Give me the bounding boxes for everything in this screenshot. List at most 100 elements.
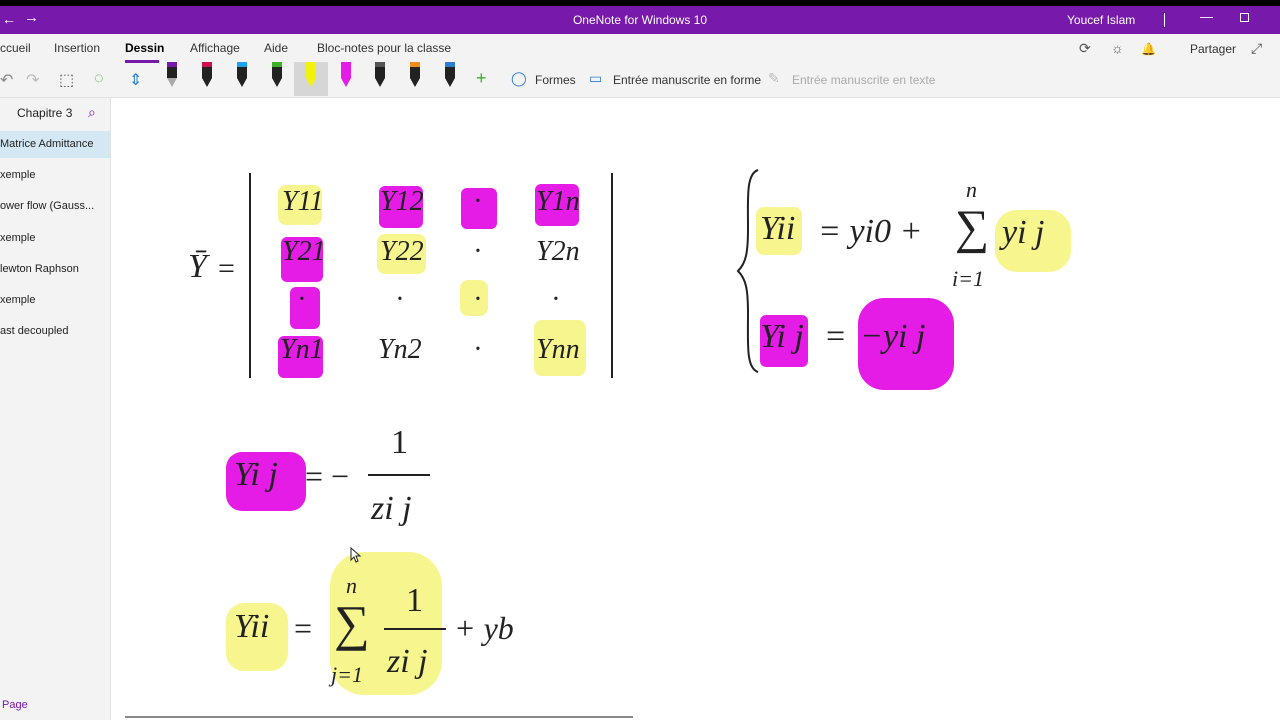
minimize-icon[interactable]: — bbox=[1200, 9, 1213, 24]
fraction-bar bbox=[384, 628, 446, 630]
tab-dessin[interactable]: Dessin bbox=[125, 41, 164, 55]
system-line2-rhs: −yi j bbox=[860, 318, 926, 355]
pen-body bbox=[272, 67, 282, 78]
pen-tip bbox=[410, 78, 420, 87]
ribbon-tabs: ccueil Insertion Dessin Affichage Aide B… bbox=[0, 34, 1280, 64]
add-pen-icon[interactable]: + bbox=[476, 68, 487, 89]
matrix-cell: · bbox=[396, 284, 403, 315]
user-name[interactable]: Youcef Islam bbox=[1067, 13, 1135, 27]
sidebar-page-exemple-1[interactable]: xemple bbox=[0, 162, 110, 189]
tab-affichage[interactable]: Affichage bbox=[190, 41, 240, 55]
matrix-cell: Y11 bbox=[282, 186, 324, 217]
pen-tip bbox=[445, 78, 455, 87]
sidebar-page-newton[interactable]: lewton Raphson bbox=[0, 256, 110, 283]
ink-to-text-icon: ✎ bbox=[768, 70, 780, 86]
shapes-button[interactable]: Formes bbox=[535, 73, 576, 87]
pen-body bbox=[445, 67, 455, 78]
tab-insertion[interactable]: Insertion bbox=[54, 41, 100, 55]
pen-body bbox=[341, 67, 351, 78]
pen-tool-icon[interactable] bbox=[304, 62, 318, 88]
sidebar-page-exemple-2[interactable]: xemple bbox=[0, 225, 110, 252]
matrix-cell: Y2n bbox=[536, 236, 580, 267]
curly-brace bbox=[736, 169, 759, 373]
matrix-cell: · bbox=[298, 284, 305, 315]
ink-to-text-button[interactable]: Entrée manuscrite en texte bbox=[792, 73, 935, 87]
sum-icon: ∑ bbox=[334, 595, 370, 651]
pen-tool-icon[interactable] bbox=[443, 62, 457, 88]
system-sum-term: yi j bbox=[1002, 214, 1045, 251]
matrix-equals: = bbox=[218, 252, 235, 285]
pen-body bbox=[237, 67, 247, 78]
undo-icon[interactable]: ↶ bbox=[0, 70, 13, 90]
pen-tool-icon[interactable] bbox=[339, 62, 353, 88]
matrix-cell: · bbox=[552, 284, 559, 315]
matrix-right-bar bbox=[611, 173, 613, 378]
sidebar-page-exemple-3[interactable]: xemple bbox=[0, 287, 110, 314]
expand-icon[interactable]: ⤢ bbox=[1251, 40, 1262, 57]
pen-tool-icon[interactable] bbox=[200, 62, 214, 88]
redo-icon[interactable]: ↷ bbox=[26, 70, 39, 90]
system-line2-eq: = bbox=[826, 318, 846, 355]
active-tab-indicator bbox=[125, 60, 159, 63]
yij-denominator: zi j bbox=[371, 490, 412, 527]
yii-equals: = bbox=[294, 610, 313, 646]
matrix-cell: Y22 bbox=[380, 236, 424, 267]
system-line1-lhs: Yii bbox=[760, 210, 796, 247]
tab-accueil[interactable]: ccueil bbox=[0, 41, 31, 55]
ink-to-shape-button[interactable]: Entrée manuscrite en forme bbox=[613, 73, 761, 87]
matrix-cell: Yn1 bbox=[280, 334, 324, 365]
system-line2-lhs: Yi j bbox=[760, 318, 804, 355]
section-title[interactable]: Chapitre 3 bbox=[17, 106, 72, 120]
eraser-icon[interactable]: ◌ bbox=[94, 70, 104, 88]
pen-tool-icon[interactable] bbox=[270, 62, 284, 88]
pen-tip bbox=[341, 78, 351, 87]
yii-lhs: Yii bbox=[234, 608, 270, 645]
pen-tool-icon[interactable] bbox=[373, 62, 387, 88]
fraction-bar bbox=[368, 474, 430, 476]
matrix-lhs: Ȳ bbox=[188, 248, 207, 285]
yij-lhs: Yi j bbox=[234, 456, 278, 493]
sidebar-page-fast-decoupled[interactable]: ast decoupled bbox=[0, 318, 110, 345]
pen-tip bbox=[202, 78, 212, 87]
sidebar-page-matrice[interactable]: Matrice Admittance bbox=[0, 131, 110, 158]
matrix-cell: · bbox=[474, 186, 481, 217]
title-bar: ← → OneNote for Windows 10 Youcef Islam … bbox=[0, 6, 1280, 34]
pen-tool-icon[interactable] bbox=[408, 62, 422, 88]
sum-icon: ∑ bbox=[955, 201, 990, 254]
bell-icon[interactable]: 🔔 bbox=[1141, 42, 1156, 56]
lasso-select-icon[interactable]: ⬚ bbox=[59, 70, 74, 90]
sidebar-page-power-flow[interactable]: ower flow (Gauss... bbox=[0, 193, 110, 220]
maximize-icon[interactable] bbox=[1240, 13, 1249, 22]
pen-tool-icon[interactable] bbox=[235, 62, 249, 88]
page-sidebar: Chapitre 3 ⌕ Matrice Admittance xemple o… bbox=[0, 98, 111, 720]
pen-body bbox=[202, 67, 212, 78]
matrix-cell: Y21 bbox=[282, 236, 326, 267]
pen-tool-icon[interactable] bbox=[165, 62, 179, 88]
yii-tail: + yb bbox=[454, 610, 514, 646]
highlight-magenta bbox=[290, 287, 320, 329]
yij-numerator: 1 bbox=[391, 424, 408, 461]
share-button[interactable]: Partager bbox=[1190, 42, 1236, 56]
pen-tip bbox=[237, 78, 247, 87]
yii-numerator: 1 bbox=[406, 582, 423, 619]
sync-icon[interactable]: ⟳ bbox=[1079, 40, 1091, 57]
add-page-button[interactable]: Page bbox=[2, 699, 28, 711]
matrix-left-bar bbox=[249, 173, 251, 378]
ink-to-shape-icon: ▭ bbox=[589, 70, 603, 86]
page-divider-line bbox=[125, 716, 633, 718]
system-sum-bottom: i=1 bbox=[952, 266, 984, 291]
system-line1-rhs: = yi0 + bbox=[818, 213, 923, 250]
tab-bloc-notes[interactable]: Bloc-notes pour la classe bbox=[317, 41, 451, 55]
add-space-icon[interactable]: ⇕ bbox=[129, 70, 142, 90]
titlebar-separator bbox=[1164, 13, 1165, 27]
tab-aide[interactable]: Aide bbox=[264, 41, 288, 55]
yij-rhs: = − bbox=[305, 458, 350, 494]
matrix-cell: · bbox=[474, 236, 481, 267]
shapes-icon: ◯ bbox=[511, 70, 527, 86]
matrix-cell: · bbox=[474, 284, 481, 315]
pen-tip bbox=[272, 78, 282, 87]
search-icon[interactable]: ⌕ bbox=[88, 104, 96, 121]
lightbulb-icon[interactable]: ☼ bbox=[1111, 40, 1124, 56]
pen-body bbox=[375, 67, 385, 78]
pen-tip bbox=[306, 78, 316, 87]
